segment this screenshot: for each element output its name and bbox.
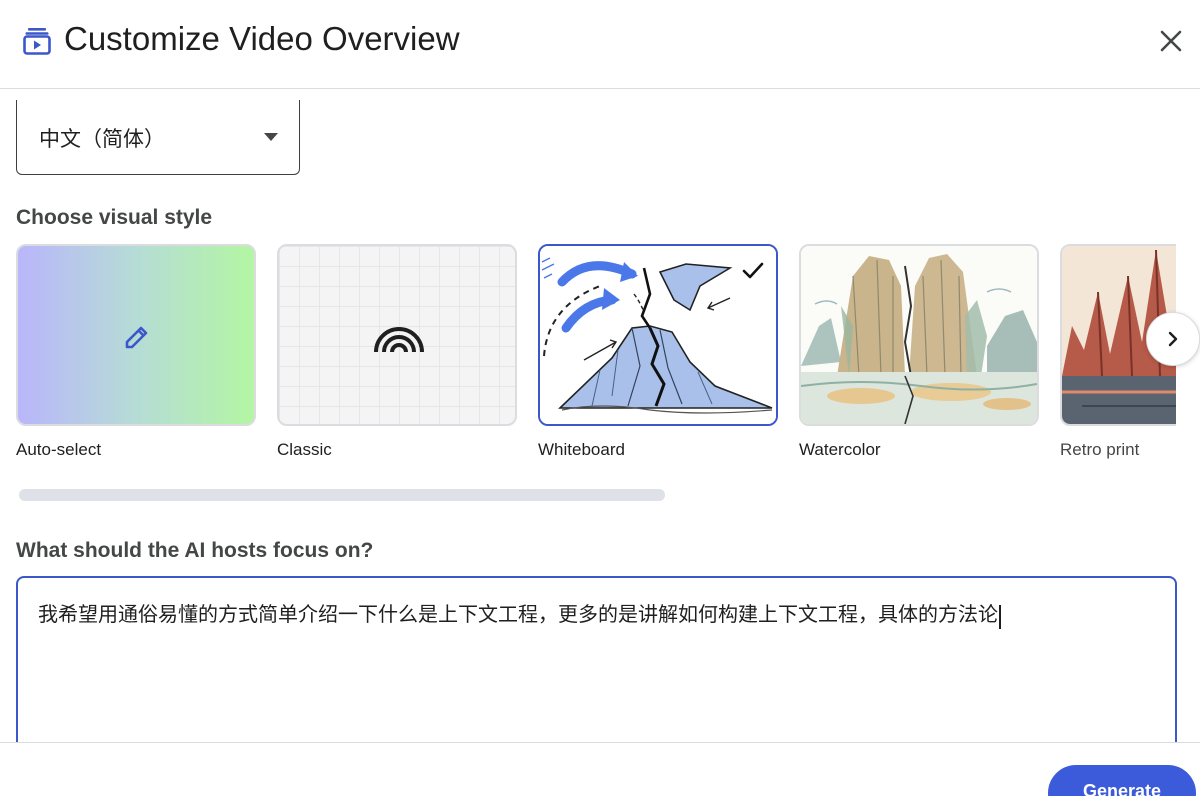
dialog-header: Customize Video Overview — [0, 0, 1200, 89]
whiteboard-thumbnail — [538, 244, 778, 426]
focus-heading: What should the AI hosts focus on? — [16, 539, 374, 562]
customize-video-overview-dialog: Customize Video Overview 中文（简体） Choose v… — [0, 0, 1200, 796]
video-overview-icon — [23, 28, 51, 55]
chevron-right-icon — [1168, 331, 1178, 347]
carousel-scrollbar-thumb[interactable] — [19, 489, 665, 501]
language-select[interactable]: 中文（简体） — [16, 100, 300, 175]
style-card-label: Whiteboard — [538, 440, 625, 459]
dialog-footer: Generate — [0, 742, 1200, 796]
style-card-watercolor[interactable]: Watercolor — [799, 244, 1039, 466]
style-card-label: Watercolor — [799, 440, 881, 459]
visual-style-carousel: Auto-select Classic Whiteboard Watercolo… — [16, 244, 1176, 474]
style-card-classic[interactable]: Classic — [277, 244, 517, 466]
dropdown-arrow-icon — [264, 133, 278, 141]
rainbow-arcs-icon — [374, 327, 424, 353]
carousel-next-button[interactable] — [1146, 312, 1200, 366]
close-button[interactable] — [1152, 22, 1190, 60]
style-card-label: Retro print — [1060, 440, 1140, 459]
pencil-icon — [125, 326, 148, 349]
classic-thumbnail — [277, 244, 517, 426]
language-select-value: 中文（简体） — [39, 128, 165, 151]
carousel-scrollbar[interactable] — [16, 486, 1176, 502]
visual-style-heading: Choose visual style — [16, 206, 213, 229]
close-icon — [1160, 30, 1182, 52]
text-cursor — [999, 604, 1001, 629]
watercolor-thumbnail — [799, 244, 1039, 426]
auto-select-thumbnail — [16, 244, 256, 426]
focus-textarea-value: 我希望用通俗易懂的方式简单介绍一下什么是上下文工程，更多的是讲解如何构建上下文工… — [38, 604, 998, 626]
check-icon — [742, 262, 764, 279]
watercolor-mountains-image — [801, 246, 1037, 424]
style-card-label: Auto-select — [16, 440, 102, 459]
style-card-whiteboard[interactable]: Whiteboard — [538, 244, 778, 466]
style-card-auto-select[interactable]: Auto-select — [16, 244, 256, 466]
dialog-title: Customize Video Overview — [64, 20, 460, 57]
style-card-label: Classic — [277, 440, 332, 459]
generate-button[interactable]: Generate — [1048, 765, 1196, 796]
